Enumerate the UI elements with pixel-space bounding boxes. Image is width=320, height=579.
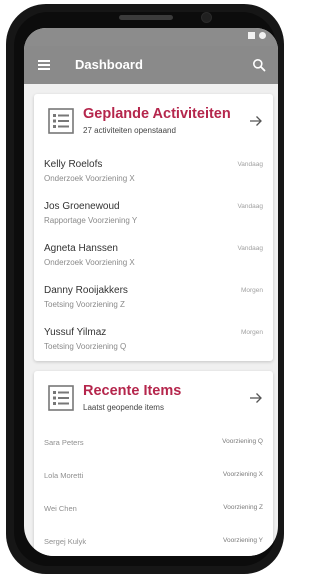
task-description: Rapportage Voorziening Y bbox=[44, 216, 138, 225]
planned-activities-header[interactable]: Geplande Activiteiten 27 activiteiten op… bbox=[34, 94, 273, 152]
speaker-grille bbox=[119, 15, 173, 20]
search-icon[interactable] bbox=[252, 58, 266, 72]
recent-items-title: Recente Items bbox=[83, 383, 182, 399]
item-label: Voorziening Z bbox=[223, 504, 263, 511]
document-list-icon bbox=[48, 108, 74, 134]
item-label: Voorziening Y bbox=[223, 537, 263, 544]
list-item[interactable]: Sergej Kulyk Voorziening Y bbox=[34, 530, 273, 556]
planned-activities-card: Geplande Activiteiten 27 activiteiten op… bbox=[34, 94, 273, 361]
list-item[interactable]: Danny Rooijakkers Toetsing Voorziening Z… bbox=[34, 279, 273, 323]
arrow-right-icon[interactable] bbox=[249, 392, 263, 404]
planned-activities-title: Geplande Activiteiten bbox=[83, 106, 231, 122]
document-list-icon bbox=[48, 385, 74, 411]
contact-name: Sara Peters bbox=[44, 438, 84, 447]
status-bar bbox=[24, 28, 278, 46]
planned-activities-subtitle: 27 activiteiten openstaand bbox=[83, 126, 176, 135]
list-item[interactable]: Sara Peters Voorziening Q bbox=[34, 431, 273, 457]
contact-name: Danny Rooijakkers bbox=[44, 285, 128, 296]
task-description: Toetsing Voorziening Q bbox=[44, 342, 127, 351]
list-item[interactable]: Agneta Hanssen Onderzoek Voorziening X V… bbox=[34, 237, 273, 281]
item-label: Voorziening X bbox=[222, 471, 263, 478]
item-label: Voorziening Q bbox=[222, 438, 263, 445]
list-item[interactable]: Lola Moretti Voorziening X bbox=[34, 464, 273, 490]
list-item[interactable]: Jos Groenewoud Rapportage Voorziening Y … bbox=[34, 195, 273, 239]
front-camera bbox=[202, 13, 211, 22]
app-bar: Dashboard bbox=[24, 46, 278, 84]
list-item[interactable]: Wei Chen Voorziening Z bbox=[34, 497, 273, 523]
due-label: Morgen bbox=[240, 287, 263, 294]
contact-name: Sergej Kulyk bbox=[44, 537, 87, 546]
contact-name: Yussuf Yilmaz bbox=[44, 327, 107, 338]
task-description: Onderzoek Voorziening X bbox=[44, 258, 135, 267]
recent-items-subtitle: Laatst geopende items bbox=[83, 403, 164, 412]
contact-name: Kelly Roelofs bbox=[44, 159, 103, 170]
contact-name: Agneta Hanssen bbox=[44, 243, 118, 254]
due-label: Vandaag bbox=[237, 203, 263, 210]
list-item[interactable]: Kelly Roelofs Onderzoek Voorziening X Va… bbox=[34, 153, 273, 197]
status-icons bbox=[248, 32, 266, 39]
page-title: Dashboard bbox=[75, 57, 143, 72]
list-item[interactable]: Yussuf Yilmaz Toetsing Voorziening Q Mor… bbox=[34, 321, 273, 365]
due-label: Vandaag bbox=[237, 245, 263, 252]
battery-icon bbox=[259, 32, 266, 39]
due-label: Morgen bbox=[240, 329, 263, 336]
recent-items-card: Recente Items Laatst geopende items Sara… bbox=[34, 371, 273, 556]
task-description: Toetsing Voorziening Z bbox=[44, 300, 125, 309]
app-screen: Dashboard Geplande Activiteiten 27 activ… bbox=[24, 28, 278, 556]
dashboard-content: Geplande Activiteiten 27 activiteiten op… bbox=[24, 84, 278, 556]
hamburger-menu-icon[interactable] bbox=[38, 60, 50, 70]
task-description: Onderzoek Voorziening X bbox=[44, 174, 135, 183]
arrow-right-icon[interactable] bbox=[249, 115, 263, 127]
contact-name: Wei Chen bbox=[44, 504, 77, 513]
phone-frame: Dashboard Geplande Activiteiten 27 activ… bbox=[6, 4, 284, 574]
contact-name: Lola Moretti bbox=[44, 471, 84, 480]
contact-name: Jos Groenewoud bbox=[44, 201, 120, 212]
recent-items-header[interactable]: Recente Items Laatst geopende items bbox=[34, 371, 273, 429]
due-label: Vandaag bbox=[237, 161, 263, 168]
signal-icon bbox=[248, 32, 255, 39]
